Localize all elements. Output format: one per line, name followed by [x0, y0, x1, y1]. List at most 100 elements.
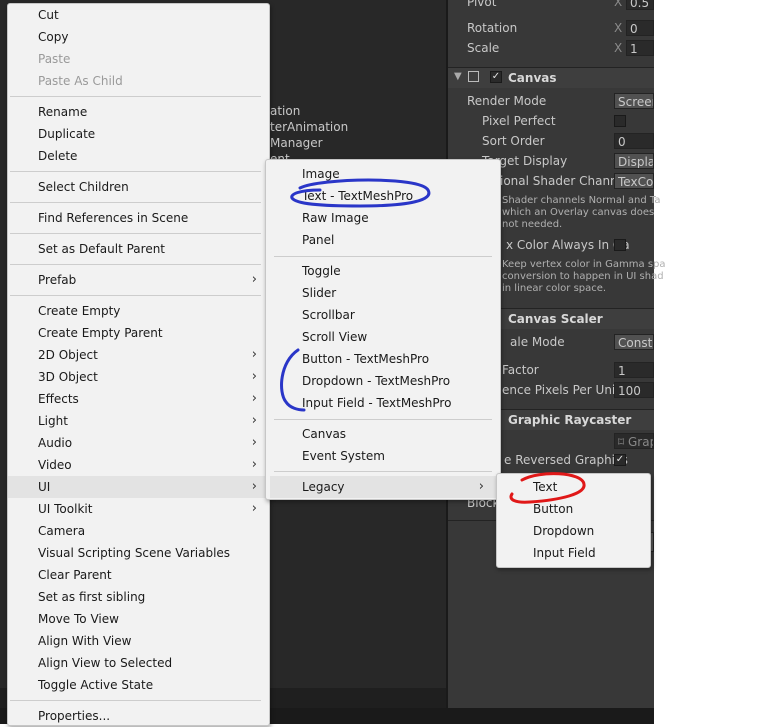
- rotation-x-field[interactable]: 0: [626, 20, 654, 36]
- menu-item-select-children[interactable]: Select Children: [8, 176, 269, 198]
- menu-item-camera[interactable]: Camera: [8, 520, 269, 542]
- shader-help-text: which an Overlay canvas does: [502, 207, 655, 218]
- menu-item-align-with-view[interactable]: Align With View: [8, 630, 269, 652]
- menu-item-cut[interactable]: Cut: [8, 4, 269, 26]
- menu-item-ui-toolkit[interactable]: UI Toolkit ›: [8, 498, 269, 520]
- vertex-color-checkbox[interactable]: [614, 239, 626, 251]
- menu-item-set-first-sibling[interactable]: Set as first sibling: [8, 586, 269, 608]
- menu-item-light[interactable]: Light ›: [8, 410, 269, 432]
- ui-item-scrollbar[interactable]: Scrollbar: [266, 304, 500, 326]
- menu-separator: [10, 171, 261, 172]
- chevron-right-icon: ›: [251, 501, 257, 516]
- menu-item-copy[interactable]: Copy: [8, 26, 269, 48]
- reversed-graphics-checkbox[interactable]: ✓: [614, 454, 626, 466]
- sort-order-field[interactable]: 0: [614, 133, 654, 149]
- vertex-help-text: Keep vertex color in Gamma spa: [502, 259, 666, 270]
- script-field[interactable]: ⌑ Grap: [614, 433, 654, 449]
- menu-item-delete[interactable]: Delete: [8, 145, 269, 167]
- hierarchy-item[interactable]: terAnimation: [270, 120, 348, 134]
- shader-help-text: not needed.: [502, 219, 563, 230]
- vertex-color-label: x Color Always In Ga: [506, 238, 630, 252]
- menu-item-video[interactable]: Video ›: [8, 454, 269, 476]
- pivot-x-field[interactable]: 0.5: [626, 0, 654, 10]
- legacy-item-input-field[interactable]: Input Field: [497, 542, 650, 564]
- shader-help-text: Shader channels Normal and Ta: [502, 195, 661, 206]
- menu-item-2d-object[interactable]: 2D Object ›: [8, 344, 269, 366]
- sort-order-label: Sort Order: [482, 134, 545, 148]
- menu-item-effects[interactable]: Effects ›: [8, 388, 269, 410]
- canvas-component-header[interactable]: ▼ ✓ Canvas: [448, 67, 654, 88]
- ui-item-event-system[interactable]: Event System: [266, 445, 500, 467]
- vertex-help-text: conversion to happen in UI shad: [502, 271, 664, 282]
- menu-separator: [10, 295, 261, 296]
- menu-item-clear-parent[interactable]: Clear Parent: [8, 564, 269, 586]
- menu-separator: [10, 96, 261, 97]
- ui-item-raw-image[interactable]: Raw Image: [266, 207, 500, 229]
- component-icon: [468, 71, 479, 82]
- hierarchy-item[interactable]: ation: [270, 104, 300, 118]
- ui-item-dropdown-textmeshpro[interactable]: Dropdown - TextMeshPro: [266, 370, 500, 392]
- chevron-right-icon: ›: [251, 435, 257, 450]
- chevron-right-icon: ›: [251, 272, 257, 287]
- chevron-right-icon: ›: [251, 413, 257, 428]
- menu-item-rename[interactable]: Rename: [8, 101, 269, 123]
- ui-item-image[interactable]: Image: [266, 163, 500, 185]
- scale-mode-dropdown[interactable]: Consta: [614, 334, 654, 350]
- ui-item-panel[interactable]: Panel: [266, 229, 500, 251]
- foldout-arrow-icon[interactable]: ▼: [454, 71, 462, 82]
- menu-separator: [10, 202, 261, 203]
- ui-item-canvas[interactable]: Canvas: [266, 423, 500, 445]
- pixel-perfect-label: Pixel Perfect: [482, 114, 556, 128]
- chevron-right-icon: ›: [251, 479, 257, 494]
- ui-item-text-textmeshpro[interactable]: Text - TextMeshPro: [266, 185, 500, 207]
- ref-pixels-field[interactable]: 100: [614, 382, 654, 398]
- script-icon: ⌑: [618, 435, 625, 449]
- ui-item-toggle[interactable]: Toggle: [266, 260, 500, 282]
- canvas-title: Canvas: [508, 71, 557, 85]
- menu-separator: [10, 264, 261, 265]
- menu-item-visual-scripting-variables[interactable]: Visual Scripting Scene Variables: [8, 542, 269, 564]
- scale-factor-label: Factor: [502, 363, 539, 377]
- menu-item-prefab[interactable]: Prefab ›: [8, 269, 269, 291]
- menu-item-paste[interactable]: Paste: [8, 48, 269, 70]
- scale-x-axis: X: [614, 41, 623, 55]
- legacy-item-dropdown[interactable]: Dropdown: [497, 520, 650, 542]
- scale-x-field[interactable]: 1: [626, 40, 654, 56]
- ui-item-input-field-textmeshpro[interactable]: Input Field - TextMeshPro: [266, 392, 500, 414]
- graphic-raycaster-title: Graphic Raycaster: [508, 413, 632, 427]
- shader-channels-label: ional Shader Channe: [500, 174, 626, 188]
- menu-separator: [10, 233, 261, 234]
- chevron-right-icon: ›: [251, 347, 257, 362]
- menu-item-create-empty-parent[interactable]: Create Empty Parent: [8, 322, 269, 344]
- menu-item-paste-as-child[interactable]: Paste As Child: [8, 70, 269, 92]
- menu-item-set-default-parent[interactable]: Set as Default Parent: [8, 238, 269, 260]
- ui-item-slider[interactable]: Slider: [266, 282, 500, 304]
- menu-item-find-references[interactable]: Find References in Scene: [8, 207, 269, 229]
- hierarchy-item[interactable]: Manager: [270, 136, 323, 150]
- shader-channels-dropdown[interactable]: TexCo: [614, 173, 654, 189]
- menu-item-move-to-view[interactable]: Move To View: [8, 608, 269, 630]
- menu-item-create-empty[interactable]: Create Empty: [8, 300, 269, 322]
- legacy-item-text[interactable]: Text: [497, 476, 650, 498]
- menu-item-3d-object[interactable]: 3D Object ›: [8, 366, 269, 388]
- ui-item-scroll-view[interactable]: Scroll View: [266, 326, 500, 348]
- menu-item-toggle-active-state[interactable]: Toggle Active State: [8, 674, 269, 696]
- menu-item-audio[interactable]: Audio ›: [8, 432, 269, 454]
- vertex-help-text: in linear color space.: [502, 283, 607, 294]
- menu-item-ui[interactable]: UI ›: [8, 476, 269, 498]
- menu-item-align-view-to-selected[interactable]: Align View to Selected: [8, 652, 269, 674]
- chevron-right-icon: ›: [251, 457, 257, 472]
- ui-item-legacy[interactable]: Legacy ›: [270, 476, 496, 498]
- pixel-perfect-checkbox[interactable]: [614, 115, 626, 127]
- ui-item-button-textmeshpro[interactable]: Button - TextMeshPro: [266, 348, 500, 370]
- legacy-item-button[interactable]: Button: [497, 498, 650, 520]
- scale-label: Scale: [467, 41, 500, 55]
- scale-mode-label: ale Mode: [510, 335, 565, 349]
- render-mode-dropdown[interactable]: Screen: [614, 93, 654, 109]
- reversed-graphics-label: e Reversed Graphics: [504, 453, 628, 467]
- target-display-dropdown[interactable]: Display: [614, 153, 654, 169]
- canvas-enabled-checkbox[interactable]: ✓: [490, 71, 502, 83]
- menu-item-duplicate[interactable]: Duplicate: [8, 123, 269, 145]
- scale-factor-field[interactable]: 1: [614, 362, 654, 378]
- rotation-label: Rotation: [467, 21, 518, 35]
